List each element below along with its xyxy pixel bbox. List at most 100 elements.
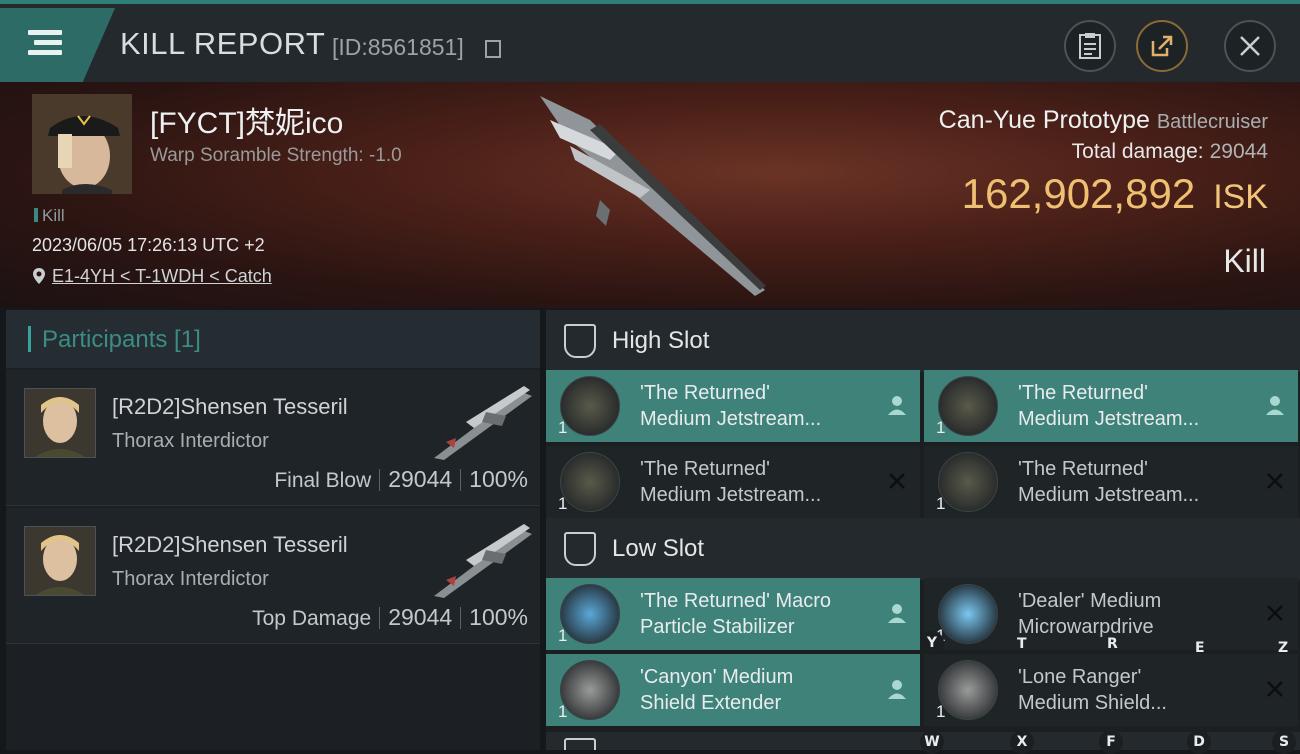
hotkey-label: F (1099, 730, 1123, 754)
stats-separator (379, 469, 381, 491)
low-slot-header: Low Slot (546, 518, 1300, 580)
module-name-line1: 'The Returned' Macro (640, 590, 832, 612)
total-damage-label: Total damage: (1071, 140, 1204, 163)
kill-tag-marker (34, 208, 38, 222)
participant-avatar[interactable] (24, 388, 96, 458)
hotkey-label: Y (920, 631, 944, 655)
title-bar: KILL REPORT [ID:8561851] (0, 0, 1300, 82)
fitted-person-icon (888, 604, 906, 623)
hotkey-label: S (1272, 730, 1296, 754)
module-name-line2: Medium Shield... (1018, 692, 1167, 714)
module-item[interactable]: 1 'The Returned' Medium Jetstream... (924, 446, 1298, 518)
module-name-line2: Particle Stabilizer (640, 616, 795, 638)
kill-banner: [FYCT]梵妮ico Warp Soramble Strength: -1.0… (0, 82, 1300, 308)
participant-portrait-image (25, 389, 95, 457)
module-icon (560, 584, 620, 644)
participant-damage: 29044 (388, 604, 453, 630)
participant-portrait-image (25, 527, 95, 595)
participant-ship: Thorax Interdictor (112, 568, 269, 590)
isk-value: 162,902,892 ISK (962, 170, 1268, 218)
kill-location[interactable]: E1-4YH < T-1WDH < Catch (32, 266, 272, 287)
participant-ship: Thorax Interdictor (112, 430, 269, 452)
module-name-line2: Medium Jetstream... (640, 484, 822, 506)
menu-icon-bar (28, 50, 62, 55)
module-name-line1: 'The Returned' (1018, 458, 1148, 480)
destroyed-x-icon (1267, 681, 1283, 697)
module-count: 1 (558, 418, 568, 437)
high-slot-label: High Slot (612, 327, 710, 354)
victim-ship: Can-Yue Prototype Battlecruiser (939, 106, 1268, 135)
module-icon (938, 452, 998, 512)
menu-button[interactable] (0, 8, 115, 82)
result-label: Kill (1223, 243, 1266, 279)
module-item[interactable]: 1 'Canyon' Medium Shield Extender (546, 654, 920, 726)
fitted-person-icon (888, 680, 906, 699)
low-slot-label: Low Slot (612, 535, 705, 562)
module-count: 1 (936, 702, 946, 721)
location-pin-icon (33, 268, 45, 284)
warp-scramble-strength: Warp Soramble Strength: -1.0 (150, 145, 402, 166)
stats-separator (460, 469, 462, 491)
module-icon (560, 660, 620, 720)
module-name-line1: 'Canyon' Medium (640, 666, 794, 688)
stats-separator (460, 607, 462, 629)
victim-name: [FYCT]梵妮ico (150, 107, 344, 140)
module-count: 1 (558, 626, 568, 645)
copy-icon[interactable] (485, 40, 501, 58)
module-icon (560, 452, 620, 512)
close-button[interactable] (1224, 20, 1276, 72)
module-item[interactable]: 1 'The Returned' Medium Jetstream... (546, 370, 920, 442)
module-count: 1 (936, 494, 946, 513)
module-name-line2: Medium Jetstream... (1018, 484, 1200, 506)
slot-icon (564, 532, 596, 566)
report-id: [ID:8561851] (332, 34, 464, 60)
module-name-line1: 'The Returned' (640, 382, 770, 404)
module-icon (560, 376, 620, 436)
participants-header[interactable]: Participants [1] (6, 310, 540, 368)
close-icon (1240, 36, 1260, 56)
module-count: 1 (558, 702, 568, 721)
destroyed-x-icon (1267, 605, 1283, 621)
fitted-person-icon (888, 396, 906, 415)
total-damage-value: 29044 (1209, 140, 1268, 163)
module-name-line1: 'The Returned' (1018, 382, 1148, 404)
isk-amount: 162,902,892 (961, 170, 1196, 217)
module-icon (938, 376, 998, 436)
kill-datetime: 2023/06/05 17:26:13 UTC +2 (32, 235, 265, 255)
kill-tag-label: Kill (42, 206, 65, 225)
participant-row[interactable]: [R2D2]Shensen Tesseril Thorax Interdicto… (6, 370, 540, 506)
participant-stats: Final Blow 29044 100% (274, 466, 528, 493)
slot-icon (564, 324, 596, 358)
high-slot-header: High Slot (546, 310, 1300, 372)
participant-damage: 29044 (388, 466, 453, 492)
page-title: KILL REPORT (120, 26, 326, 61)
module-item[interactable]: 1 'The Returned' Medium Jetstream... (546, 446, 920, 518)
participant-percent: 100% (469, 604, 528, 630)
victim-ship-class: Battlecruiser (1156, 111, 1268, 133)
kill-tag: Kill (34, 206, 65, 226)
module-item[interactable]: 1 'Lone Ranger' Medium Shield... (924, 654, 1298, 726)
module-item[interactable]: 1 'The Returned' Macro Particle Stabiliz… (546, 578, 920, 650)
hotkey-label: E (1195, 640, 1205, 656)
share-button[interactable] (1136, 20, 1188, 72)
participant-name: [R2D2]Shensen Tesseril (112, 532, 348, 557)
module-name-line1: 'Dealer' Medium (1018, 590, 1162, 612)
hotkey-label: R (1107, 636, 1118, 652)
participant-avatar[interactable] (24, 526, 96, 596)
victim-avatar[interactable] (32, 94, 132, 194)
menu-icon (28, 30, 62, 35)
module-item[interactable]: 1 'The Returned' Medium Jetstream... (924, 370, 1298, 442)
total-damage: Total damage: 29044 (1072, 140, 1268, 164)
participant-stats: Top Damage 29044 100% (252, 604, 528, 631)
clipboard-button[interactable] (1064, 20, 1116, 72)
destroyed-x-icon (1267, 473, 1283, 489)
hotkey-label: X (1010, 730, 1034, 754)
participant-percent: 100% (469, 466, 528, 492)
module-name-line2: Shield Extender (640, 692, 782, 714)
menu-icon-bar (34, 40, 62, 45)
module-count: 1 (936, 418, 946, 437)
location-path[interactable]: E1-4YH < T-1WDH < Catch (52, 266, 272, 286)
stats-separator (379, 607, 381, 629)
participant-row[interactable]: [R2D2]Shensen Tesseril Thorax Interdicto… (6, 508, 540, 644)
participant-role: Final Blow (274, 469, 372, 492)
